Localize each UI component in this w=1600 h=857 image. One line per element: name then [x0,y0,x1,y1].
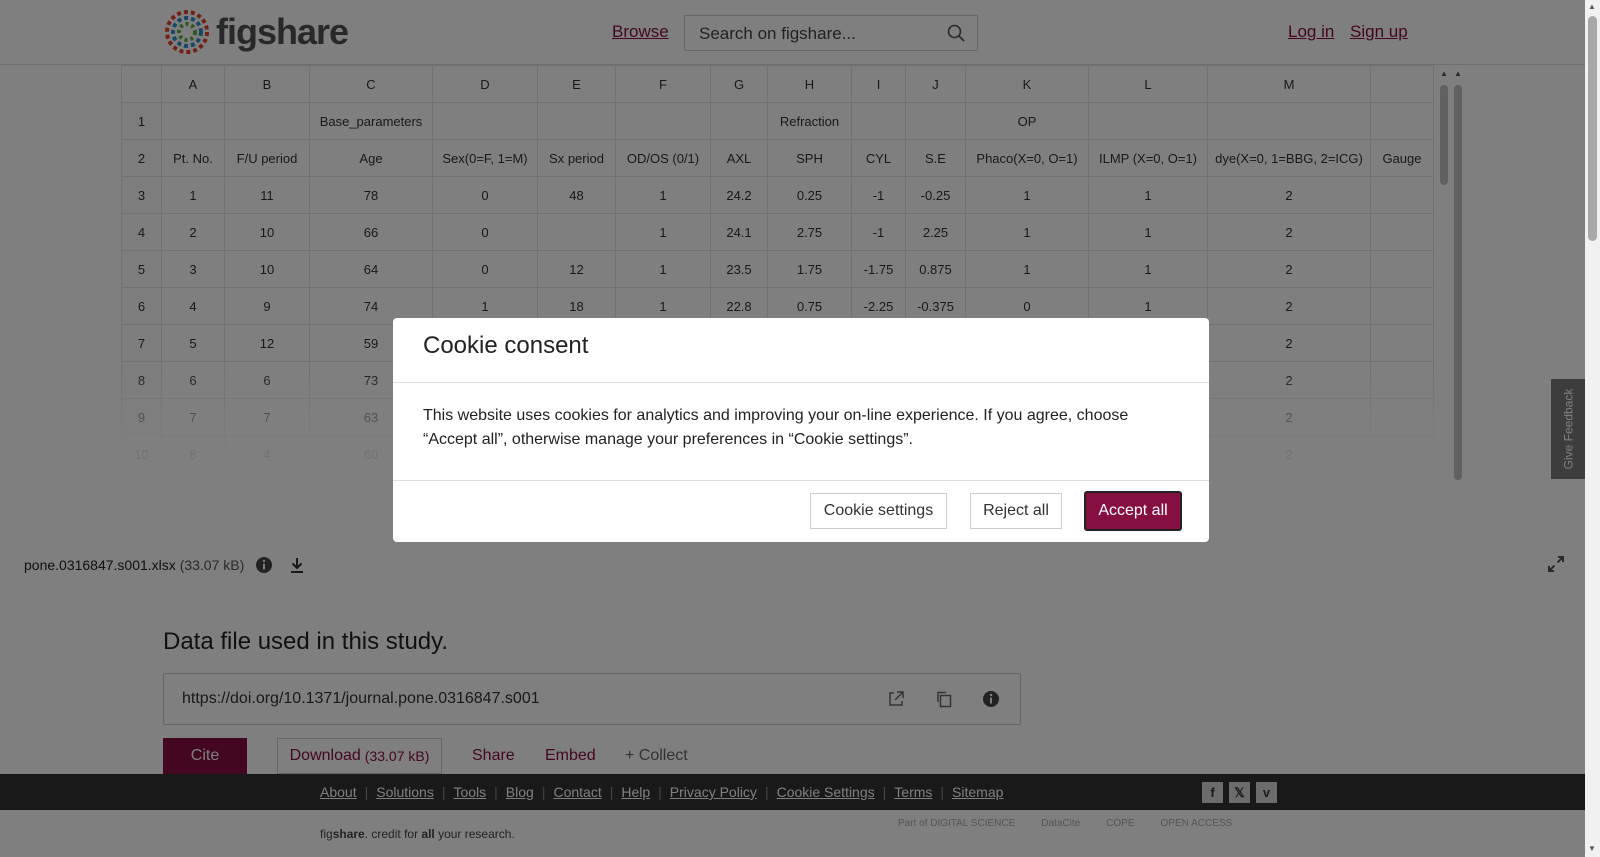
cookie-message: This website uses cookies for analytics … [423,407,1129,448]
divider [393,480,1209,481]
cookie-settings-button[interactable]: Cookie settings [810,493,947,529]
page-scrollbar[interactable]: ▲ ▼ [1585,0,1600,857]
accept-all-button[interactable]: Accept all [1084,491,1182,531]
divider [393,382,1209,383]
cookie-title: Cookie consent [423,332,589,359]
page-scroll-thumb[interactable] [1588,16,1597,241]
cookie-consent-dialog: Cookie consent This website uses cookies… [393,318,1209,542]
scroll-up-arrow-icon[interactable]: ▲ [1588,2,1596,11]
reject-all-button[interactable]: Reject all [970,493,1062,529]
scroll-down-arrow-icon[interactable]: ▼ [1588,844,1596,853]
